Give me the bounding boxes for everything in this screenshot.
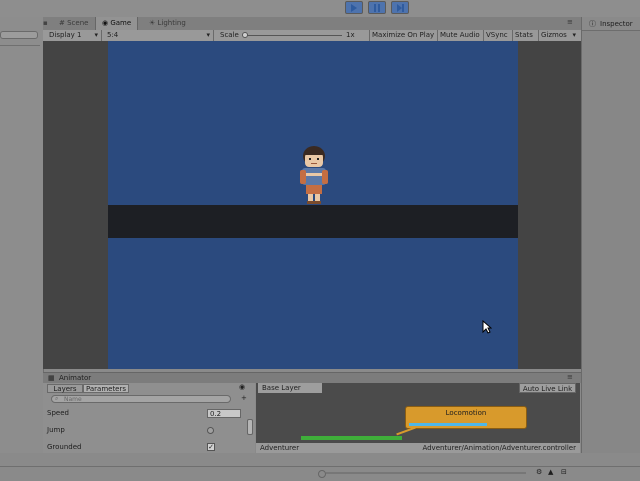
tab-scene-label: Scene xyxy=(67,19,89,27)
controller-object-name: Adventurer xyxy=(260,444,300,452)
info-icon: ⓘ xyxy=(589,20,596,28)
search-icon: ⌕ xyxy=(55,395,59,402)
step-button[interactable] xyxy=(391,1,409,14)
scale-slider[interactable] xyxy=(242,32,342,38)
lighting-icon: ☀ xyxy=(149,19,156,27)
gizmos-label: Gizmos xyxy=(541,31,567,39)
tab-game-label: Game xyxy=(110,19,132,27)
tab-lighting-label: Lighting xyxy=(157,19,186,27)
inspector-panel: ⓘ Inspector xyxy=(581,17,640,453)
status-progress-track xyxy=(326,472,526,474)
animator-tabbar: ▦ Animator ≡ xyxy=(43,373,581,383)
pause-icon xyxy=(374,3,380,12)
game-sky-lower xyxy=(108,238,518,369)
parameter-name: Grounded xyxy=(47,443,82,451)
settings-icon[interactable]: ⚙ xyxy=(536,468,542,476)
scene-icon: # xyxy=(59,19,65,27)
tab-layers[interactable]: Layers xyxy=(47,384,83,393)
vsync-toggle[interactable]: VSync xyxy=(483,30,508,41)
play-button[interactable] xyxy=(345,1,363,14)
game-ground-platform xyxy=(108,205,518,238)
jump-trigger-radio[interactable] xyxy=(207,427,214,434)
view-tabbar: ▪ # Scene ◉ Game ☀ Lighting ≡ xyxy=(43,17,581,30)
mute-audio-toggle[interactable]: Mute Audio xyxy=(437,30,480,41)
eye-icon[interactable]: ◉ xyxy=(239,383,245,391)
state-progress-bar xyxy=(409,423,487,426)
mouse-cursor-icon xyxy=(482,320,492,334)
aspect-select[interactable]: 5:4 ▾ xyxy=(107,30,214,41)
scale-slider-thumb[interactable] xyxy=(242,32,248,38)
tab-game[interactable]: ◉ Game xyxy=(95,17,139,30)
parameters-scrollbar[interactable] xyxy=(247,419,253,435)
menu-icon[interactable]: ≡ xyxy=(567,373,573,381)
display-select-label: Display 1 xyxy=(49,31,82,39)
tab-inspector-label: Inspector xyxy=(600,20,633,28)
auto-live-link-button[interactable]: Auto Live Link xyxy=(519,383,576,393)
pause-button[interactable] xyxy=(368,1,386,14)
transition-line xyxy=(301,436,402,440)
scale-label: Scale xyxy=(220,31,239,39)
parameter-name: Jump xyxy=(47,426,65,434)
game-icon: ◉ xyxy=(102,19,109,27)
list-item[interactable]: Speed 0.2 xyxy=(47,407,247,420)
hierarchy-search[interactable] xyxy=(0,31,38,39)
add-parameter-button[interactable]: + xyxy=(241,394,247,402)
chevron-down-icon: ▾ xyxy=(94,31,98,39)
step-icon xyxy=(396,3,404,12)
display-select[interactable]: Display 1 ▾ xyxy=(49,30,102,41)
gizmos-menu[interactable]: Gizmos ▾ xyxy=(538,30,577,41)
parameter-search[interactable]: ⌕ Name xyxy=(51,395,231,403)
menu-icon[interactable]: ≡ xyxy=(567,18,573,26)
aspect-select-label: 5:4 xyxy=(107,31,119,39)
divider xyxy=(0,45,40,46)
breadcrumb[interactable]: Base Layer xyxy=(258,383,322,393)
speed-value-field[interactable]: 0.2 xyxy=(207,409,241,418)
tab-parameters[interactable]: Parameters xyxy=(83,384,129,393)
list-item[interactable]: Jump xyxy=(47,424,247,437)
controller-path: Adventurer/Animation/Adventurer.controll… xyxy=(422,444,576,452)
chevron-down-icon: ▾ xyxy=(206,31,210,39)
tab-scene[interactable]: # Scene xyxy=(53,17,94,30)
tab-inspector[interactable]: ⓘ Inspector xyxy=(582,17,640,31)
main-toolbar xyxy=(0,0,640,17)
hierarchy-panel xyxy=(0,17,44,453)
animator-icon: ▦ xyxy=(48,374,55,382)
progress-icon xyxy=(318,470,326,478)
tab-animator[interactable]: Animator xyxy=(59,374,91,382)
chevron-down-icon: ▾ xyxy=(572,31,576,39)
stats-toggle[interactable]: Stats xyxy=(512,30,533,41)
collapse-icon[interactable]: ⊟ xyxy=(561,468,567,476)
scale-value: 1x xyxy=(346,31,355,39)
parameter-name: Speed xyxy=(47,409,69,417)
adventurer-character-sprite xyxy=(300,146,328,204)
lock-icon[interactable]: ▪ xyxy=(43,19,51,27)
tab-lighting[interactable]: ☀ Lighting xyxy=(143,17,192,30)
list-item[interactable]: Grounded ✓ xyxy=(47,441,247,454)
state-node-locomotion[interactable]: Locomotion xyxy=(405,406,527,429)
animator-footer: Adventurer Adventurer/Animation/Adventur… xyxy=(256,443,580,453)
state-node-label: Locomotion xyxy=(445,409,487,417)
grounded-checkbox[interactable]: ✓ xyxy=(207,443,215,451)
status-bar: ⚙ ▲ ⊟ xyxy=(0,466,640,481)
play-icon xyxy=(351,3,357,12)
warning-icon[interactable]: ▲ xyxy=(548,468,553,476)
parameter-search-placeholder: Name xyxy=(64,396,82,403)
maximize-on-play-toggle[interactable]: Maximize On Play xyxy=(369,30,434,41)
